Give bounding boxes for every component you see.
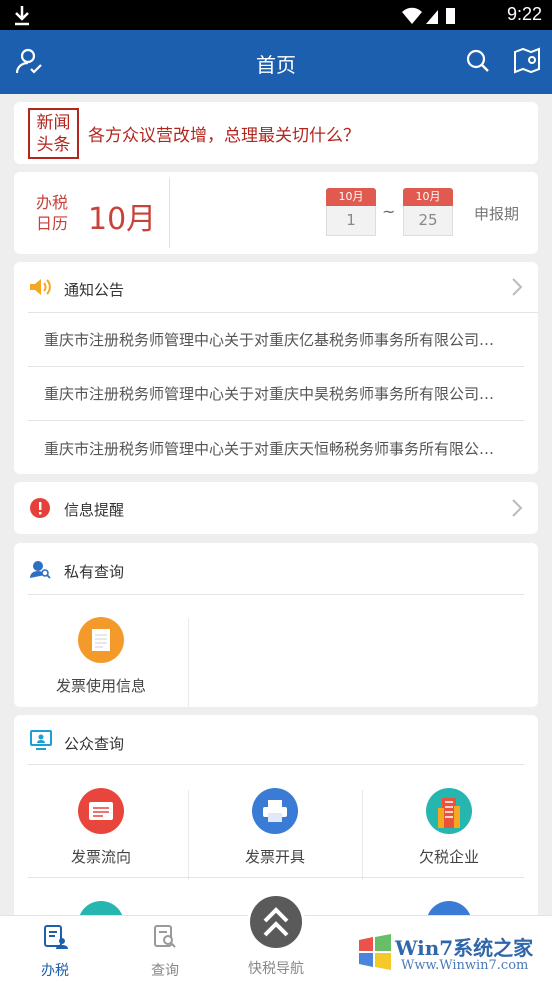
divider (188, 618, 189, 707)
end-date-month: 10月 (403, 188, 453, 206)
alert-icon (30, 498, 50, 518)
private-query-card: 私有查询 发票使用信息 (14, 543, 538, 707)
news-badge: 新闻 头条 (28, 108, 79, 159)
app-bar: 首页 (0, 30, 552, 94)
invoice-issue-label: 发票开具 (244, 848, 305, 866)
user-search-icon (30, 561, 51, 579)
public-query-title: 公众查询 (64, 735, 125, 753)
watermark-text: Win7系统之家 (395, 936, 534, 960)
notice-title: 通知公告 (64, 281, 125, 299)
calendar-label-line1: 办税 (35, 193, 68, 212)
chevron-right-icon[interactable] (510, 498, 524, 518)
tax-calendar-card[interactable]: 办税 日历 10月 10月 1 ~ 10月 25 申报期 (14, 172, 538, 254)
tab-tax-service-label: 办税 (41, 963, 69, 979)
watermark-url: Www.Winwin7.com (401, 958, 529, 973)
divider (188, 790, 189, 880)
wifi-signal-battery-icon (402, 7, 455, 25)
notice-item[interactable]: 重庆市注册税务师管理中心关于对重庆亿基税务师事务所有限公司… (44, 329, 524, 350)
clock: 9:22 (506, 4, 542, 24)
quick-nav-button[interactable] (247, 893, 305, 951)
news-badge-line1: 新闻 (36, 113, 71, 133)
status-bar: 9:22 (0, 0, 552, 30)
calendar-label: 办税 日历 (32, 192, 72, 234)
start-date-calendar-icon: 10月 1 (326, 188, 376, 236)
map-pin-icon[interactable] (512, 46, 542, 76)
end-date-day: 25 (403, 206, 453, 236)
divider (28, 312, 538, 313)
filing-period-label: 申报期 (474, 205, 520, 223)
calendar-label-line2: 日历 (35, 214, 68, 233)
info-reminder-row[interactable]: 信息提醒 (14, 482, 538, 534)
notice-item[interactable]: 重庆市注册税务师管理中心关于对重庆天恒畅税务师事务所有限公… (44, 438, 524, 459)
news-badge-line2: 头条 (36, 135, 71, 155)
tab-quick-nav-label[interactable]: 快税导航 (236, 958, 316, 978)
search-icon[interactable] (463, 46, 493, 76)
divider (28, 877, 524, 878)
start-date-day: 1 (326, 206, 376, 236)
divider (362, 790, 363, 880)
watermark-logo: Win7系统之家 Www.Winwin7.com (355, 928, 550, 980)
divider (28, 764, 524, 765)
speaker-icon (30, 279, 51, 295)
query-icon (154, 925, 176, 948)
double-chevron-up-icon (263, 907, 289, 937)
divider (28, 366, 524, 367)
tax-service-icon (44, 925, 68, 949)
invoice-flow-button[interactable]: 发票流向 (14, 788, 188, 867)
invoice-flow-icon (78, 788, 124, 834)
chevron-right-icon[interactable] (510, 277, 524, 297)
tab-query-label: 查询 (151, 963, 179, 979)
invoice-usage-label: 发票使用信息 (55, 677, 146, 695)
headline-news-card[interactable]: 新闻 头条 各方众议营改增，总理最关切什么？ (14, 102, 538, 164)
invoice-usage-button[interactable]: 发票使用信息 (14, 617, 188, 696)
start-date-month: 10月 (326, 188, 376, 206)
divider (169, 178, 170, 248)
tax-arrears-label: 欠税企业 (418, 848, 479, 866)
invoice-issue-button[interactable]: 发票开具 (188, 788, 362, 867)
tab-query[interactable]: 查询 (125, 924, 205, 980)
notice-card: 通知公告 重庆市注册税务师管理中心关于对重庆亿基税务师事务所有限公司… 重庆市注… (14, 262, 538, 474)
windows-logo-icon (359, 934, 391, 970)
calendar-month: 10月 (88, 202, 157, 237)
notice-item[interactable]: 重庆市注册税务师管理中心关于对重庆中昊税务师事务所有限公司… (44, 383, 524, 404)
printer-icon (252, 788, 298, 834)
private-query-title: 私有查询 (64, 563, 125, 581)
download-icon (15, 6, 29, 26)
info-reminder-title: 信息提醒 (64, 501, 125, 519)
building-icon (426, 788, 472, 834)
invoice-flow-label: 发票流向 (70, 848, 131, 866)
invoice-doc-icon (78, 617, 124, 663)
divider (28, 594, 524, 595)
date-range-separator: ~ (382, 202, 396, 221)
divider (28, 420, 524, 421)
tax-arrears-button[interactable]: 欠税企业 (362, 788, 536, 867)
news-headline[interactable]: 各方众议营改增，总理最关切什么？ (88, 121, 360, 146)
tab-tax-service[interactable]: 办税 (15, 924, 95, 980)
monitor-user-icon (30, 730, 52, 750)
end-date-calendar-icon: 10月 25 (403, 188, 453, 236)
